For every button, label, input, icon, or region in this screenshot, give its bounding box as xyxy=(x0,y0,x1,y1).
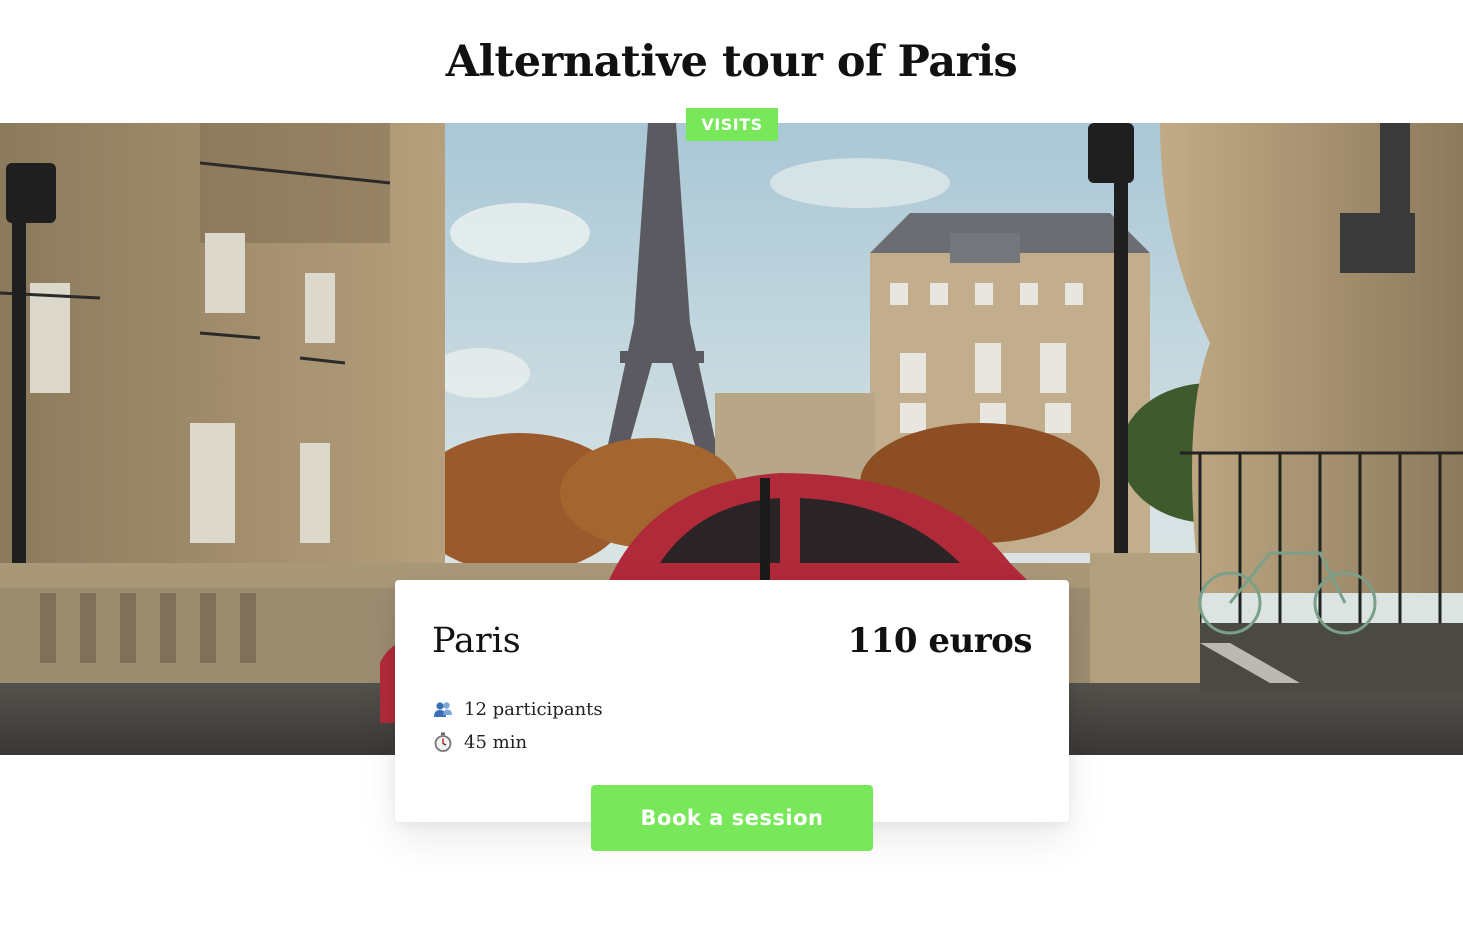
tour-price: 110 euros xyxy=(847,621,1033,661)
book-session-button[interactable]: Book a session xyxy=(591,785,873,851)
tour-city: Paris xyxy=(432,621,521,661)
participants-text: 12 participants xyxy=(464,698,603,720)
participants-row: 12 participants xyxy=(432,697,603,721)
people-icon xyxy=(432,698,454,720)
category-badge[interactable]: VISITS xyxy=(686,108,778,141)
page-title: Alternative tour of Paris xyxy=(445,37,1018,87)
duration-text: 45 min xyxy=(464,731,528,753)
stopwatch-icon xyxy=(432,731,454,753)
duration-row: 45 min xyxy=(432,730,527,754)
